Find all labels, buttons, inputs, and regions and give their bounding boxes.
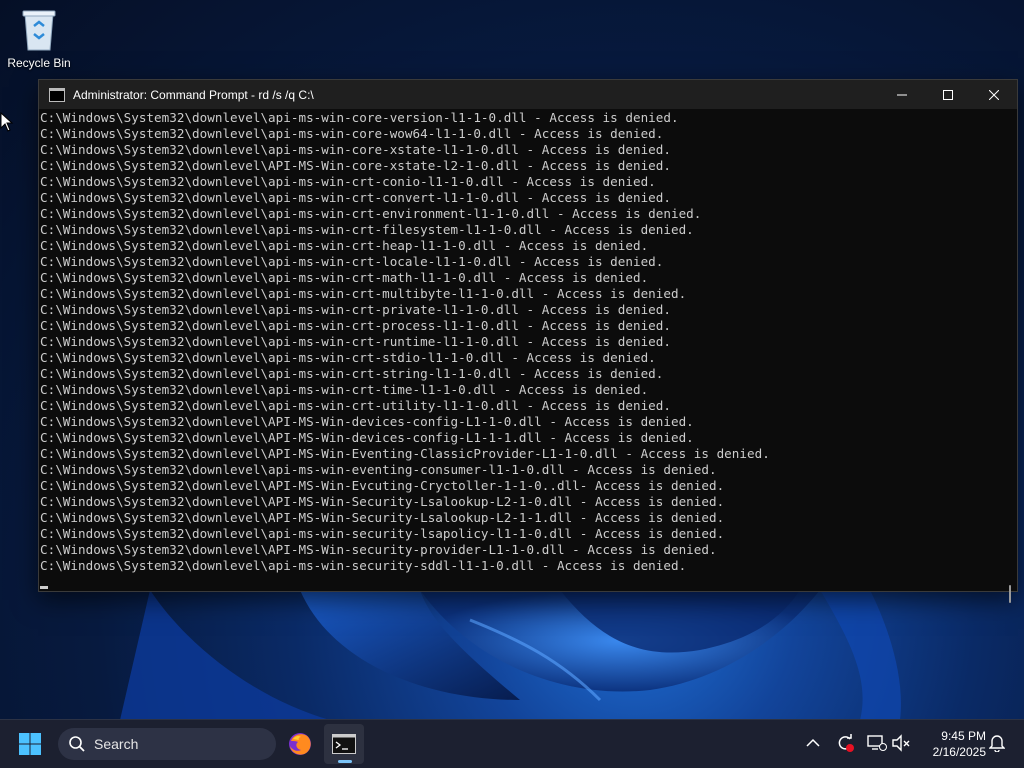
- console-line: C:\Windows\System32\downlevel\api-ms-win…: [40, 558, 687, 573]
- taskbar: Search 9:45 PM 2/16/2025: [0, 719, 1024, 768]
- network-tray-button[interactable]: [866, 732, 888, 754]
- console-line: C:\Windows\System32\downlevel\api-ms-win…: [40, 222, 694, 237]
- notification-bell-icon: [989, 735, 1005, 752]
- console-line: C:\Windows\System32\downlevel\API-MS-Win…: [40, 542, 717, 557]
- cmd-app-icon: [49, 87, 65, 102]
- windows-logo-icon: [19, 733, 41, 755]
- taskbar-firefox-button[interactable]: [280, 724, 320, 764]
- window-titlebar[interactable]: Administrator: Command Prompt - rd /s /q…: [39, 80, 1017, 109]
- console-line: C:\Windows\System32\downlevel\api-ms-win…: [40, 206, 702, 221]
- chevron-up-icon: [806, 738, 820, 747]
- update-tray-button[interactable]: [834, 732, 856, 754]
- volume-muted-icon: [892, 734, 910, 752]
- console-line: C:\Windows\System32\downlevel\API-MS-Win…: [40, 414, 694, 429]
- console-line: C:\Windows\System32\downlevel\api-ms-win…: [40, 350, 656, 365]
- console-line: C:\Windows\System32\downlevel\API-MS-Win…: [40, 478, 725, 493]
- close-button[interactable]: [971, 80, 1017, 109]
- taskbar-clock[interactable]: 9:45 PM 2/16/2025: [916, 728, 986, 760]
- console-line: C:\Windows\System32\downlevel\api-ms-win…: [40, 318, 671, 333]
- mouse-pointer-icon: [0, 112, 14, 132]
- window-title: Administrator: Command Prompt - rd /s /q…: [73, 87, 314, 102]
- console-line: C:\Windows\System32\downlevel\api-ms-win…: [40, 302, 671, 317]
- command-prompt-icon: [332, 734, 356, 754]
- console-line: C:\Windows\System32\downlevel\api-ms-win…: [40, 174, 656, 189]
- console-line: C:\Windows\System32\downlevel\api-ms-win…: [40, 286, 687, 301]
- console-line: C:\Windows\System32\downlevel\api-ms-win…: [40, 526, 725, 541]
- console-line: C:\Windows\System32\downlevel\api-ms-win…: [40, 382, 649, 397]
- console-line: C:\Windows\System32\downlevel\api-ms-win…: [40, 142, 671, 157]
- console-line: C:\Windows\System32\downlevel\api-ms-win…: [40, 238, 649, 253]
- console-line: C:\Windows\System32\downlevel\api-ms-win…: [40, 126, 664, 141]
- console-line: C:\Windows\System32\downlevel\API-MS-Win…: [40, 158, 671, 173]
- volume-tray-button[interactable]: [890, 732, 912, 754]
- notifications-button[interactable]: [986, 732, 1008, 754]
- maximize-icon: [943, 89, 953, 100]
- console-scrollbar[interactable]: [1003, 110, 1017, 603]
- console-line: C:\Windows\System32\downlevel\API-MS-Win…: [40, 430, 694, 445]
- console-cursor: [40, 586, 48, 589]
- maximize-button[interactable]: [925, 80, 971, 109]
- search-label: Search: [94, 736, 139, 752]
- minimize-button[interactable]: [879, 80, 925, 109]
- taskbar-search-box[interactable]: Search: [58, 728, 276, 760]
- show-hidden-icons-button[interactable]: [802, 732, 824, 754]
- firefox-icon: [289, 733, 311, 755]
- console-line: C:\Windows\System32\downlevel\api-ms-win…: [40, 462, 717, 477]
- command-prompt-window[interactable]: Administrator: Command Prompt - rd /s /q…: [38, 79, 1018, 603]
- network-icon: [867, 735, 887, 751]
- console-line: C:\Windows\System32\downlevel\api-ms-win…: [40, 190, 671, 205]
- clock-time: 9:45 PM: [941, 729, 986, 743]
- console-output[interactable]: C:\Windows\System32\downlevel\api-ms-win…: [39, 110, 1003, 591]
- console-line: C:\Windows\System32\downlevel\api-ms-win…: [40, 366, 664, 381]
- console-line: C:\Windows\System32\downlevel\api-ms-win…: [40, 254, 664, 269]
- close-icon: [989, 89, 999, 100]
- clock-date: 2/16/2025: [932, 745, 986, 759]
- search-icon: [69, 736, 85, 752]
- console-line: C:\Windows\System32\downlevel\api-ms-win…: [40, 334, 671, 349]
- recycle-bin-label: Recycle Bin: [7, 56, 71, 70]
- console-line: C:\Windows\System32\downlevel\API-MS-Win…: [40, 446, 770, 461]
- console-line: C:\Windows\System32\downlevel\api-ms-win…: [40, 398, 671, 413]
- taskbar-cmd-button[interactable]: [324, 724, 364, 764]
- console-line: C:\Windows\System32\downlevel\API-MS-Win…: [40, 494, 725, 509]
- console-line: C:\Windows\System32\downlevel\api-ms-win…: [40, 110, 679, 125]
- recycle-bin-icon: [19, 8, 59, 52]
- console-line: C:\Windows\System32\downlevel\api-ms-win…: [40, 270, 649, 285]
- start-button[interactable]: [18, 732, 42, 756]
- console-line: C:\Windows\System32\downlevel\API-MS-Win…: [40, 510, 725, 525]
- minimize-icon: [897, 94, 907, 95]
- recycle-bin-shortcut[interactable]: Recycle Bin: [6, 8, 72, 70]
- console-text: C:\Windows\System32\downlevel\api-ms-win…: [40, 110, 1003, 574]
- active-app-indicator: [338, 760, 352, 763]
- scrollbar-thumb[interactable]: [1009, 585, 1011, 603]
- update-icon: [838, 734, 854, 752]
